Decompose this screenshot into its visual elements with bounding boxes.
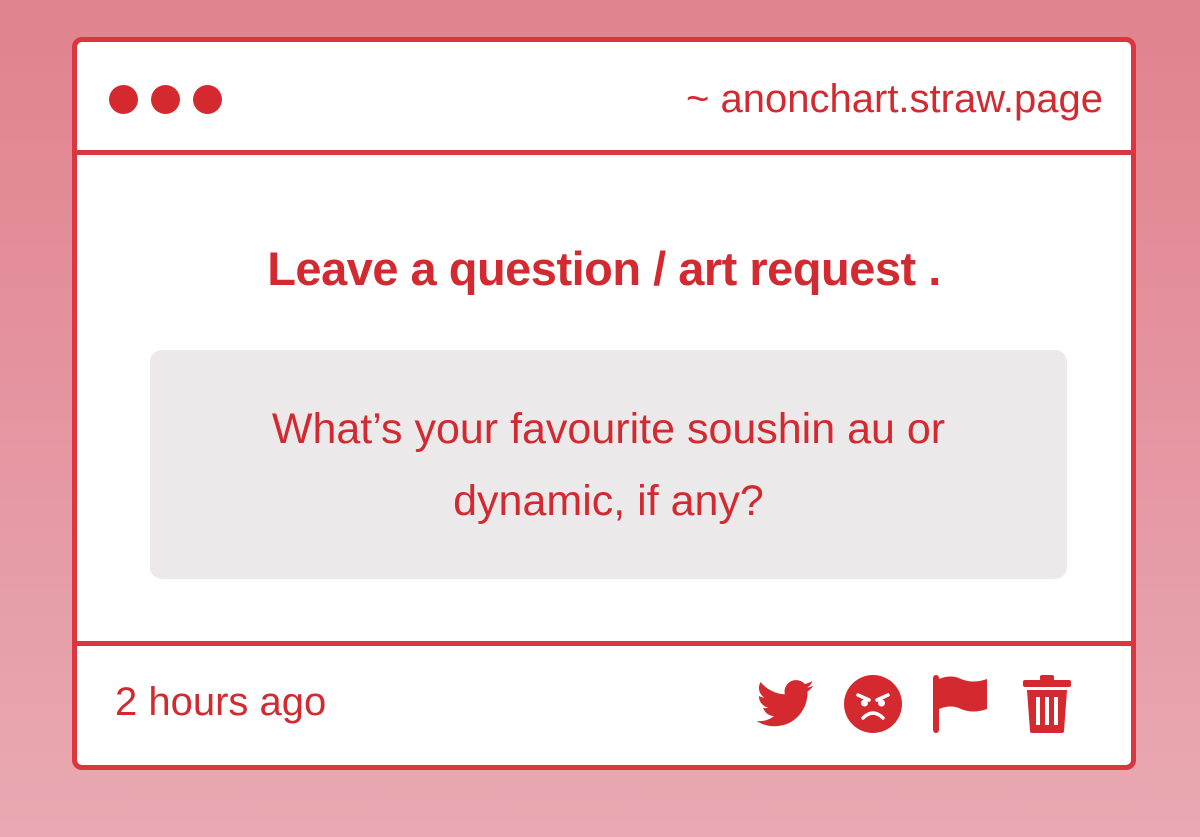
timestamp: 2 hours ago [115,680,327,724]
delete-button[interactable] [1017,674,1077,734]
window-dot-2[interactable] [151,85,180,114]
question-box: What’s your favourite soushin au or dyna… [150,350,1067,579]
report-angry-button[interactable] [843,674,903,734]
window-titlebar: ~ anonchart.straw.page [77,42,1131,155]
trash-icon [1023,675,1071,733]
window-dot-1[interactable] [109,85,138,114]
window-controls [109,85,222,114]
question-text: What’s your favourite soushin au or dyna… [271,404,946,525]
page-heading: Leave a question / art request . [267,242,941,295]
window-dot-3[interactable] [193,85,222,114]
flag-icon [933,675,987,733]
action-bar [756,674,1077,734]
share-twitter-button[interactable] [756,674,816,734]
site-url: ~ anonchart.straw.page [686,77,1103,121]
main-content: Leave a question / art request . What’s … [77,155,1131,651]
browser-window: ~ anonchart.straw.page Leave a question … [72,37,1136,770]
card-footer: 2 hours ago [77,641,1131,765]
angry-face-icon [844,675,902,733]
flag-button[interactable] [930,674,990,734]
twitter-bird-icon [757,680,815,727]
